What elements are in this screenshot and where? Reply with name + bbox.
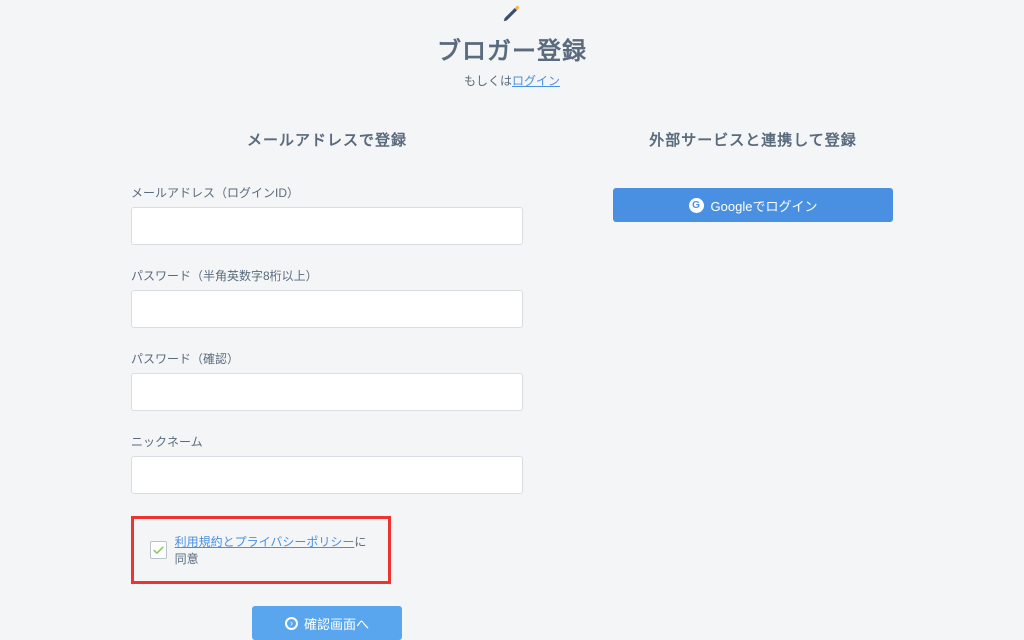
nickname-label: ニックネーム [131,433,523,450]
pen-icon [501,2,523,27]
password-field[interactable] [131,290,523,328]
agree-highlight-box: 利用規約とプライバシーポリシーに同意 [131,516,391,584]
page-title: ブロガー登録 [0,31,1024,66]
password-confirm-label: パスワード（確認） [131,350,523,367]
email-field[interactable] [131,207,523,245]
agree-checkbox[interactable] [150,541,167,559]
login-link[interactable]: ログイン [512,74,560,88]
external-register-title: 外部サービスと連携して登録 [613,129,893,150]
email-register-title: メールアドレスで登録 [131,129,523,150]
google-icon: G [689,198,704,213]
nickname-field[interactable] [131,456,523,494]
password-confirm-field[interactable] [131,373,523,411]
arrow-right-icon: › [285,617,298,630]
confirm-button[interactable]: › 確認画面へ [252,606,402,640]
sub-prefix: もしくは [464,74,512,88]
email-label: メールアドレス（ログインID） [131,184,523,201]
sub-login-line: もしくはログイン [0,72,1024,89]
google-label: Googleでログイン [711,196,818,215]
terms-link[interactable]: 利用規約とプライバシーポリシー [175,535,355,549]
password-label: パスワード（半角英数字8桁以上） [131,267,523,284]
google-login-button[interactable]: G Googleでログイン [613,188,893,222]
agree-text: 利用規約とプライバシーポリシーに同意 [175,533,372,567]
confirm-label: 確認画面へ [304,614,369,633]
